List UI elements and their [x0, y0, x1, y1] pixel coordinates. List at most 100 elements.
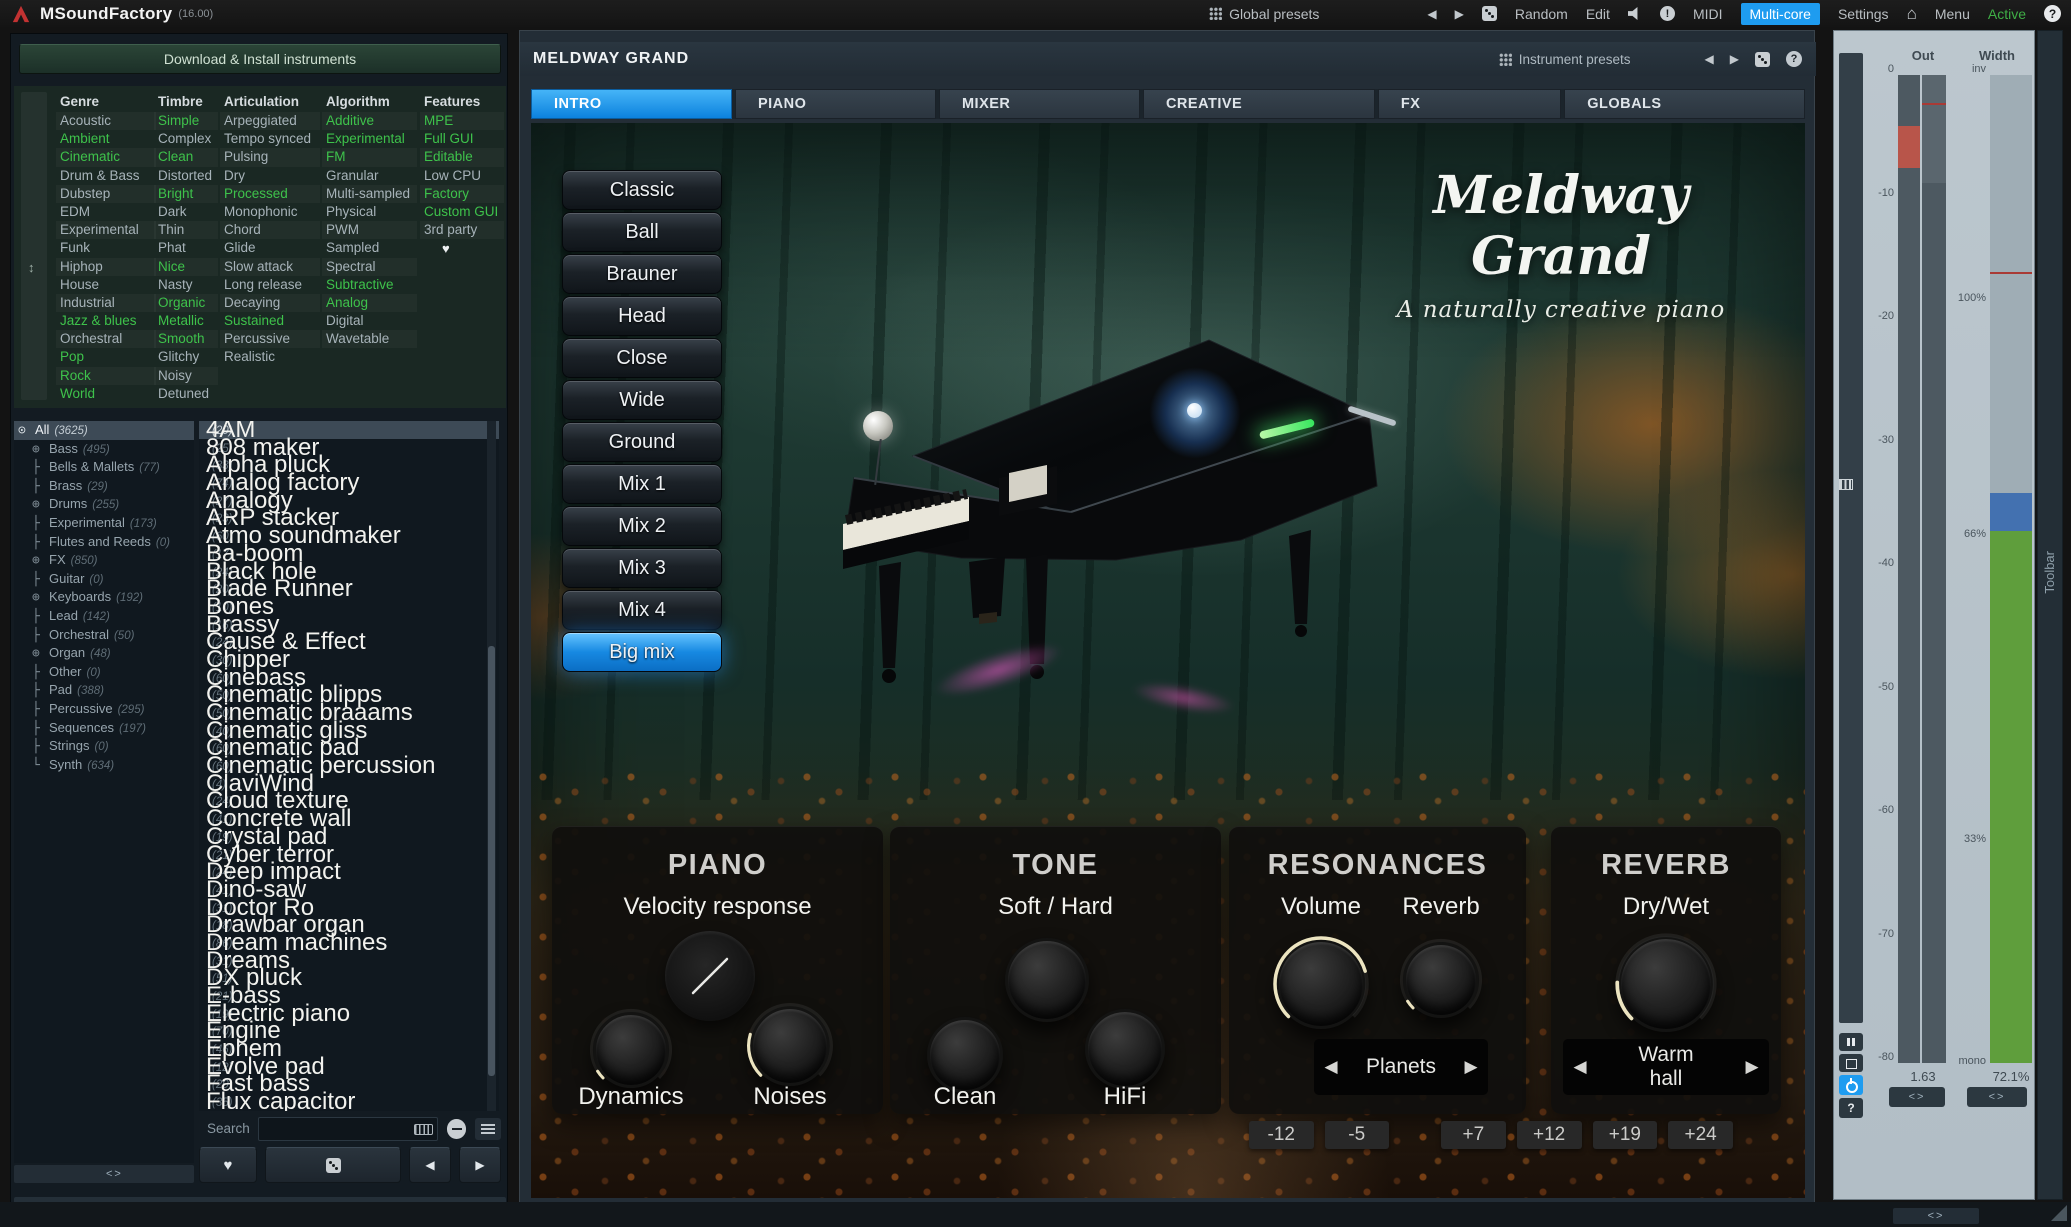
filter-item[interactable]: Arpeggiated	[220, 112, 320, 130]
filter-item[interactable]: Monophonic	[220, 203, 320, 221]
filter-item[interactable]: Dark	[154, 203, 218, 221]
filter-item[interactable]: World	[56, 385, 156, 403]
window-resize-corner[interactable]	[2051, 1205, 2067, 1221]
meter-mode-icon[interactable]	[1839, 479, 1853, 490]
filter-item[interactable]: Low CPU	[420, 167, 504, 185]
filter-item[interactable]: Factory	[420, 185, 504, 203]
filter-scroll-strip[interactable]: ↕	[21, 92, 47, 400]
clean-knob[interactable]	[927, 1017, 1003, 1093]
prev-preset-button[interactable]: ◀	[409, 1147, 451, 1183]
tree-expand-icon[interactable]: ├	[32, 720, 49, 739]
semitone-button[interactable]: +19	[1592, 1121, 1658, 1149]
tab[interactable]: GLOBALS	[1564, 89, 1805, 119]
random-button[interactable]: Random	[1515, 6, 1568, 22]
out-meter-handle[interactable]: <>	[1889, 1087, 1945, 1107]
prev-icon[interactable]: ◀	[1563, 1057, 1597, 1077]
active-status[interactable]: Active	[1988, 6, 2026, 22]
filter-item[interactable]: Complex	[154, 130, 218, 148]
filter-item[interactable]: EDM	[56, 203, 156, 221]
dynamics-knob[interactable]	[589, 1008, 673, 1092]
tree-item[interactable]: ⊕ FX (850)	[14, 551, 194, 570]
filter-item[interactable]: Physical	[322, 203, 417, 221]
tree-expand-icon[interactable]: ├	[32, 571, 49, 590]
tree-expand-icon[interactable]: ├	[32, 664, 49, 683]
tree-expand-icon[interactable]: ├	[32, 534, 49, 553]
filter-item[interactable]: Granular	[322, 167, 417, 185]
random-preset-button[interactable]	[265, 1147, 401, 1183]
tab[interactable]: FX	[1377, 89, 1562, 119]
filter-item[interactable]: Experimental	[322, 130, 417, 148]
next-icon[interactable]: ▶	[1454, 1057, 1488, 1077]
mic-position-button[interactable]: Close	[562, 338, 722, 378]
filter-item[interactable]: Multi-sampled	[322, 185, 417, 203]
tree-expand-icon[interactable]: ⊕	[32, 496, 49, 515]
tree-expand-icon[interactable]: ⊙	[18, 422, 35, 441]
tree-item[interactable]: ⊕ Bass (495)	[14, 440, 194, 459]
resonance-volume-knob[interactable]	[1273, 936, 1369, 1032]
tree-expand-icon[interactable]: ⊕	[32, 552, 49, 571]
filter-item[interactable]: Acoustic	[56, 112, 156, 130]
filter-item[interactable]: Orchestral	[56, 330, 156, 348]
filter-item[interactable]: House	[56, 276, 156, 294]
help-icon[interactable]: ?	[2044, 5, 2061, 22]
settings-button[interactable]: Settings	[1838, 6, 1889, 22]
filter-item[interactable]: Percussive	[220, 330, 320, 348]
tab[interactable]: PIANO	[734, 89, 936, 119]
filter-item[interactable]: Dubstep	[56, 185, 156, 203]
hifi-knob[interactable]	[1085, 1009, 1165, 1089]
filter-item[interactable]: Sustained	[220, 312, 320, 330]
semitone-button[interactable]: -12	[1249, 1121, 1314, 1149]
filter-item[interactable]: Custom GUI	[420, 203, 504, 221]
filter-item[interactable]: Jazz & blues	[56, 312, 156, 330]
filter-item[interactable]: Dry	[220, 167, 320, 185]
mic-position-button[interactable]: Brauner	[562, 254, 722, 294]
filter-item[interactable]: Simple	[154, 112, 218, 130]
filter-item[interactable]: Processed	[220, 185, 320, 203]
filter-item[interactable]: Phat	[154, 239, 218, 257]
filter-item[interactable]: Slow attack	[220, 258, 320, 276]
filter-item[interactable]: Nice	[154, 258, 218, 276]
tree-expand-icon[interactable]: ⊕	[32, 441, 49, 460]
tree-item[interactable]: ├ Sequences (197)	[14, 719, 194, 738]
favorite-button[interactable]: ♥	[199, 1147, 257, 1183]
meter-help-icon[interactable]: ?	[1839, 1098, 1863, 1118]
random-preset-icon[interactable]	[1481, 6, 1497, 21]
power-button[interactable]	[1839, 1075, 1863, 1095]
width-meter-handle[interactable]: <>	[1967, 1087, 2027, 1107]
tree-item[interactable]: ├ Brass (29)	[14, 477, 194, 496]
tree-expand-icon[interactable]: ├	[32, 738, 49, 757]
filter-item[interactable]: FM	[322, 148, 417, 166]
filter-item[interactable]: Thin	[154, 221, 218, 239]
mic-position-button[interactable]: Mix 2	[562, 506, 722, 546]
search-input[interactable]	[258, 1117, 437, 1140]
prev-preset-button[interactable]: ◀	[1427, 7, 1436, 21]
tree-expand-icon[interactable]: └	[32, 757, 49, 776]
tree-expand-icon[interactable]: ├	[32, 478, 49, 497]
filter-item[interactable]: Chord	[220, 221, 320, 239]
filter-item[interactable]: Digital	[322, 312, 417, 330]
soft-hard-knob[interactable]	[1005, 938, 1089, 1022]
filter-item[interactable]: Experimental	[56, 221, 156, 239]
instrument-help-icon[interactable]: ?	[1786, 51, 1802, 67]
tree-item[interactable]: ⊕ Organ (48)	[14, 644, 194, 663]
filter-item[interactable]: Distorted	[154, 167, 218, 185]
tree-expand-icon[interactable]: ├	[32, 515, 49, 534]
multicore-toggle[interactable]: Multi-core	[1740, 2, 1820, 25]
resonance-reverb-knob[interactable]	[1399, 938, 1483, 1022]
tree-item[interactable]: ├ Flutes and Reeds (0)	[14, 533, 194, 552]
filter-item[interactable]: Pop	[56, 348, 156, 366]
filter-item[interactable]: Tempo synced	[220, 130, 320, 148]
tab[interactable]: INTRO	[531, 89, 732, 119]
filter-item[interactable]: Nasty	[154, 276, 218, 294]
filter-item[interactable]: Pulsing	[220, 148, 320, 166]
filter-item[interactable]: Funk	[56, 239, 156, 257]
filter-item[interactable]: Glitchy	[154, 348, 218, 366]
filter-item[interactable]: Drum & Bass	[56, 167, 156, 185]
tree-item[interactable]: ├ Experimental (173)	[14, 514, 194, 533]
tree-item[interactable]: ├ Guitar (0)	[14, 570, 194, 589]
mic-position-button[interactable]: Classic	[562, 170, 722, 210]
filter-item[interactable]: Noisy	[154, 367, 218, 385]
next-preset-button[interactable]: ▶	[459, 1147, 501, 1183]
filter-item[interactable]: Long release	[220, 276, 320, 294]
filter-item[interactable]: Analog	[322, 294, 417, 312]
